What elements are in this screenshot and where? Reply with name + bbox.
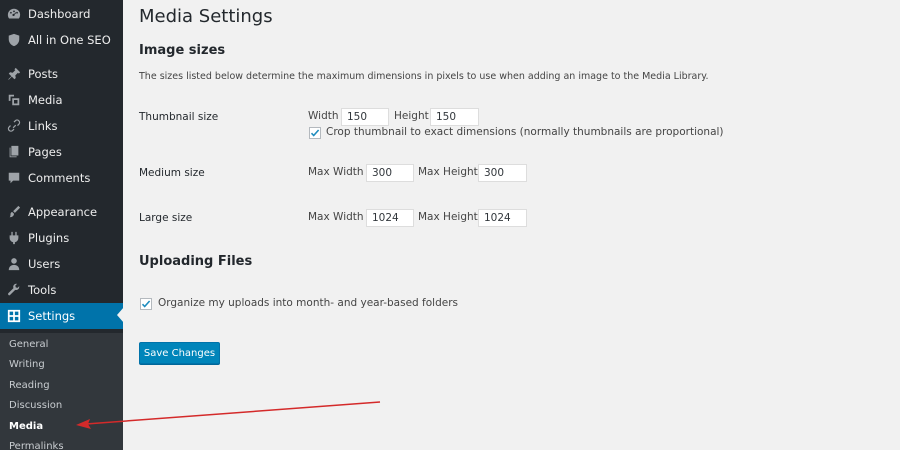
- user-icon: [7, 257, 21, 271]
- large-height-label: Max Height: [418, 211, 478, 223]
- menu-label: Posts: [28, 67, 59, 81]
- thumbnail-height-input[interactable]: [430, 108, 479, 126]
- save-changes-button[interactable]: Save Changes: [139, 342, 220, 364]
- image-sizes-heading: Image sizes: [139, 43, 226, 58]
- menu-item-all-in-one-seo[interactable]: All in One SEO: [0, 27, 123, 53]
- menu-item-posts[interactable]: Posts: [0, 61, 123, 87]
- menu-label: Users: [28, 257, 61, 271]
- thumbnail-width-input[interactable]: [341, 108, 389, 126]
- admin-sidebar: Dashboard All in One SEO Posts Media Lin…: [0, 0, 123, 450]
- crop-thumbnail-checkbox[interactable]: [309, 127, 321, 139]
- crop-thumbnail-label: Crop thumbnail to exact dimensions (norm…: [326, 126, 724, 138]
- menu-label: Settings: [28, 309, 76, 323]
- thumbnail-height-label: Height: [394, 110, 429, 122]
- checkmark-icon: [310, 129, 320, 137]
- page-title: Media Settings: [139, 6, 273, 27]
- media-icon: [7, 93, 21, 107]
- medium-size-label: Medium size: [139, 167, 205, 179]
- large-width-input[interactable]: [366, 209, 414, 227]
- large-height-input[interactable]: [478, 209, 527, 227]
- medium-height-label: Max Height: [418, 166, 478, 178]
- menu-item-media[interactable]: Media: [0, 87, 123, 113]
- menu-label: Media: [28, 93, 63, 107]
- link-icon: [7, 119, 21, 133]
- uploading-files-heading: Uploading Files: [139, 254, 253, 269]
- annotation-arrow: [76, 401, 381, 429]
- menu-item-dashboard[interactable]: Dashboard: [0, 1, 123, 27]
- pages-icon: [7, 145, 21, 159]
- menu-item-appearance[interactable]: Appearance: [0, 199, 123, 225]
- menu-item-pages[interactable]: Pages: [0, 139, 123, 165]
- medium-width-label: Max Width: [308, 166, 364, 178]
- menu-item-tools[interactable]: Tools: [0, 277, 123, 303]
- image-sizes-description: The sizes listed below determine the max…: [139, 71, 709, 82]
- menu-label: Links: [28, 119, 58, 133]
- organize-uploads-checkbox[interactable]: [140, 298, 152, 310]
- menu-label: Comments: [28, 171, 91, 185]
- submenu-item-discussion[interactable]: Discussion: [9, 396, 62, 416]
- paintbrush-icon: [7, 205, 21, 219]
- menu-item-plugins[interactable]: Plugins: [0, 225, 123, 251]
- thumbnail-width-label: Width: [308, 110, 339, 122]
- settings-icon: [7, 309, 21, 323]
- menu-item-settings[interactable]: Settings: [0, 303, 123, 329]
- comment-icon: [7, 171, 21, 185]
- menu-label: Appearance: [28, 205, 98, 219]
- menu-label: All in One SEO: [28, 33, 111, 47]
- menu-item-comments[interactable]: Comments: [0, 165, 123, 191]
- submenu-item-general[interactable]: General: [9, 335, 48, 355]
- menu-item-links[interactable]: Links: [0, 113, 123, 139]
- active-menu-pointer: [117, 307, 123, 323]
- submenu-item-writing[interactable]: Writing: [9, 355, 45, 375]
- medium-width-input[interactable]: [366, 164, 414, 182]
- large-width-label: Max Width: [308, 211, 364, 223]
- menu-label: Pages: [28, 145, 62, 159]
- large-size-label: Large size: [139, 212, 193, 224]
- organize-uploads-label: Organize my uploads into month- and year…: [158, 297, 458, 309]
- checkmark-icon: [141, 300, 151, 308]
- thumbnail-size-label: Thumbnail size: [139, 111, 219, 123]
- wrench-icon: [7, 283, 21, 297]
- pushpin-icon: [7, 67, 21, 81]
- dashboard-icon: [7, 7, 21, 21]
- settings-submenu: General Writing Reading Discussion Media…: [0, 333, 123, 450]
- plugin-icon: [7, 231, 21, 245]
- shield-icon: [7, 33, 21, 47]
- medium-height-input[interactable]: [478, 164, 527, 182]
- menu-label: Tools: [28, 283, 57, 297]
- submenu-item-reading[interactable]: Reading: [9, 376, 50, 396]
- menu-item-users[interactable]: Users: [0, 251, 123, 277]
- menu-label: Plugins: [28, 231, 70, 245]
- submenu-item-permalinks[interactable]: Permalinks: [9, 437, 64, 450]
- submenu-item-media[interactable]: Media: [9, 417, 43, 437]
- menu-label: Dashboard: [28, 7, 91, 21]
